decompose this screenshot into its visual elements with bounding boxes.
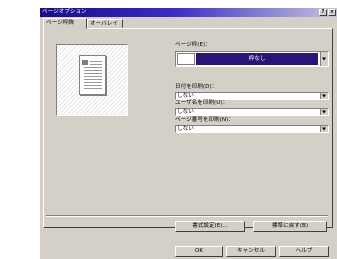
chevron-down-icon[interactable] xyxy=(320,109,328,115)
print-date-select[interactable]: しない xyxy=(175,92,329,100)
page-preview-sheet xyxy=(79,55,106,95)
tab-overlay[interactable]: オーバレイ xyxy=(87,19,123,28)
page-options-dialog: ページオプション ? × ページ枠飾 オーバレイ ページ枠(E)： 枠なし 日付… xyxy=(40,8,337,259)
chevron-down-icon[interactable] xyxy=(320,52,328,66)
print-date-label: 日付を印刷(D)： xyxy=(175,84,218,90)
chevron-down-icon[interactable] xyxy=(320,93,328,99)
format-settings-button[interactable]: 書式設定(E)... xyxy=(175,221,245,232)
tab-page-frame[interactable]: ページ枠飾 xyxy=(43,18,87,29)
help-button[interactable]: ヘルプ xyxy=(279,246,329,257)
print-username-value: しない xyxy=(177,109,194,115)
page-thumbnail-icon xyxy=(82,60,88,65)
print-username-select[interactable]: しない xyxy=(175,108,329,116)
divider xyxy=(46,215,328,217)
page-frame-label: ページ枠(E)： xyxy=(175,42,211,48)
title-bar: ページオプション ? × xyxy=(40,8,337,17)
print-username-label: ユーザ名を印刷(U)： xyxy=(175,100,229,106)
close-title-button[interactable]: × xyxy=(328,9,336,16)
print-page-number-label: ページ番号を印刷(N)： xyxy=(175,117,234,123)
restore-default-button[interactable]: 標準に戻す(B) xyxy=(253,221,327,232)
help-title-button[interactable]: ? xyxy=(319,9,327,16)
dialog-title: ページオプション xyxy=(42,9,87,15)
print-date-value: しない xyxy=(177,93,194,99)
frame-none-icon xyxy=(177,53,195,65)
page-preview xyxy=(56,44,128,116)
page-frame-select[interactable]: 枠なし xyxy=(175,51,329,67)
print-page-number-select[interactable]: しない xyxy=(175,125,329,133)
cancel-button[interactable]: キャンセル xyxy=(226,246,276,257)
print-page-number-value: しない xyxy=(177,126,194,132)
page-frame-value: 枠なし xyxy=(196,53,318,65)
ok-button[interactable]: OK xyxy=(175,246,223,257)
chevron-down-icon[interactable] xyxy=(320,126,328,132)
